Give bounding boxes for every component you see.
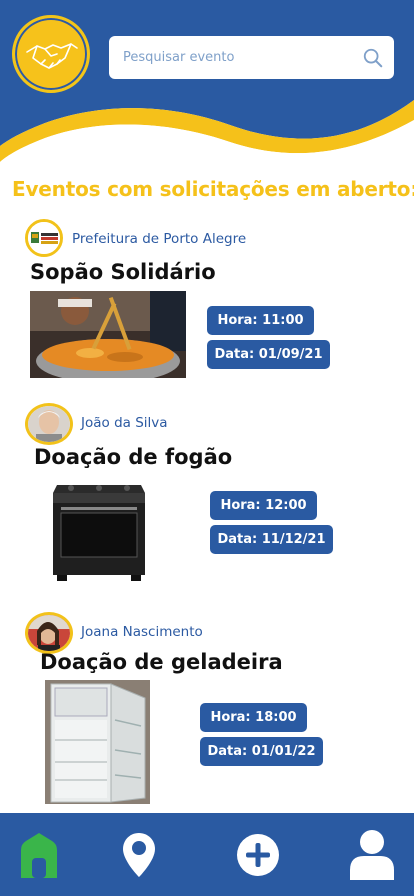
event-date-badge: Data: 11/12/21 xyxy=(210,525,333,554)
app-logo[interactable] xyxy=(12,15,90,93)
handshake-icon xyxy=(26,43,78,69)
home-icon xyxy=(21,832,57,878)
author-avatar[interactable] xyxy=(25,219,63,257)
event-title[interactable]: Sopão Solidário xyxy=(30,260,216,284)
soup-pot-photo[interactable] xyxy=(30,291,186,378)
author-name[interactable]: Prefeitura de Porto Alegre xyxy=(72,231,246,247)
bottom-navigation xyxy=(0,813,414,896)
plus-circle-icon xyxy=(237,833,279,876)
stove-photo[interactable] xyxy=(51,479,147,583)
nav-map[interactable] xyxy=(104,813,174,896)
author-name[interactable]: João da Silva xyxy=(81,415,168,431)
fridge-photo[interactable] xyxy=(45,680,150,804)
city-logo-icon xyxy=(28,222,60,254)
search-icon[interactable] xyxy=(362,47,384,69)
author-name[interactable]: Joana Nascimento xyxy=(81,624,203,640)
search-bar[interactable] xyxy=(109,36,394,79)
section-title: Eventos com solicitações em aberto: xyxy=(12,177,414,201)
author-photo xyxy=(28,406,70,442)
author-photo xyxy=(28,615,70,651)
event-title[interactable]: Doação de geladeira xyxy=(40,650,283,674)
user-icon xyxy=(350,829,394,880)
nav-home[interactable] xyxy=(4,813,74,896)
nav-profile[interactable] xyxy=(337,813,407,896)
search-input[interactable] xyxy=(109,36,349,79)
event-time-badge: Hora: 12:00 xyxy=(210,491,317,520)
map-pin-icon xyxy=(123,832,155,877)
event-date-badge: Data: 01/01/22 xyxy=(200,737,323,766)
author-avatar[interactable] xyxy=(25,612,73,654)
event-title[interactable]: Doação de fogão xyxy=(34,445,232,469)
event-date-badge: Data: 01/09/21 xyxy=(207,340,330,369)
nav-add[interactable] xyxy=(223,813,293,896)
event-time-badge: Hora: 11:00 xyxy=(207,306,314,335)
author-avatar[interactable] xyxy=(25,403,73,445)
event-time-badge: Hora: 18:00 xyxy=(200,703,307,732)
